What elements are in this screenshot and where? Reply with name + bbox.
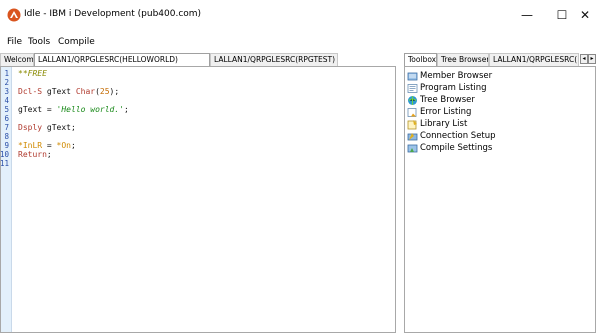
menu-bar: File Tools Compile [0,36,596,50]
toolbox-item-label: Compile Settings [420,143,493,153]
menu-compile[interactable]: Compile [58,37,95,47]
menu-tools[interactable]: Tools [28,37,50,47]
line-number: 4 [4,96,9,105]
line-number: 11 [0,159,9,168]
menu-file[interactable]: File [7,37,22,47]
tab-lallan1-qrpglesrc[interactable]: LALLAN1/QRPGLESRC( [489,53,579,66]
code-token: ); [109,87,120,96]
program-listing-icon [407,83,418,93]
compile-settings-icon [407,144,418,152]
code-line[interactable]: gText = 'Hello world.'; [18,105,129,114]
line-number: 8 [4,132,9,141]
code-token: 25 [99,87,110,96]
code-token: *On [56,141,71,150]
line-number: 5 [4,105,9,114]
toolbox-item-connection-setup[interactable]: Connection Setup [407,130,496,142]
toolbox-item-label: Connection Setup [420,131,496,141]
code-line[interactable]: **FREE [18,69,47,78]
flame-app-icon [7,8,21,22]
line-number: 1 [4,69,9,78]
code-token: *InLR [18,141,43,150]
code-token: 'Hello world.' [56,105,124,114]
code-token: ; [71,141,76,150]
code-token: = [42,141,57,150]
line-number: 9 [4,141,9,150]
toolbox-item-tree-browser[interactable]: Tree Browser [407,94,475,106]
toolbox-item-program-listing[interactable]: Program Listing [407,82,487,94]
toolbox-item-label: Library List [420,119,468,129]
tab-scroll-left-button[interactable]: ◂ [580,54,588,64]
toolbox-item-member-browser[interactable]: Member Browser [407,70,492,82]
code-token: Dcl-S [18,87,43,96]
code-line[interactable]: Dcl-S gText Char(25); [18,87,119,96]
tab-helloworld[interactable]: LALLAN1/QRPGLESRC(HELLOWORLD) [34,53,210,66]
code-line[interactable]: Dsply gText; [18,123,76,132]
title-bar: Idle - IBM i Development (pub400.com) — … [0,0,596,30]
toolbox-item-label: Member Browser [420,71,493,81]
tab-scroll-right-button[interactable]: ▸ [588,54,596,64]
code-token: **FREE [18,69,47,78]
toolbox-item-compile-settings[interactable]: Compile Settings [407,142,492,154]
close-button[interactable]: ✕ [574,0,596,30]
tab-rpgtest[interactable]: LALLAN1/QRPGLESRC(RPGTEST) [210,53,338,66]
code-token: gText; [42,123,76,132]
line-number-gutter: 1 2 3 4 5 6 7 8 9 10 11 [0,67,12,332]
tab-tree-browser[interactable]: Tree Browser [437,53,489,66]
code-token: Dsply [18,123,43,132]
toolbox-item-label: Error Listing [420,107,472,117]
code-token: Return [18,150,47,159]
code-token: Char [75,87,96,96]
code-token: ; [46,150,52,159]
toolbox-panel: Member Browser Program Listing Tree Brow… [404,66,596,333]
code-token: ; [123,105,129,114]
maximize-button[interactable]: ☐ [550,0,574,30]
line-number: 6 [4,114,9,123]
line-number: 7 [4,123,9,132]
editor-tab-bar: Welcome LALLAN1/QRPGLESRC(HELLOWORLD) LA… [0,53,396,66]
toolbox-item-library-list[interactable]: Library List [407,118,467,130]
tab-welcome[interactable]: Welcome [0,53,34,66]
toolbox-item-label: Tree Browser [420,95,475,105]
code-line[interactable]: *InLR = *On; [18,141,76,150]
code-token: gText = [18,105,57,114]
code-editor[interactable]: 1 2 3 4 5 6 7 8 9 10 11 **FREE Dcl-S gTex… [0,66,396,333]
tree-browser-icon [408,95,417,105]
toolbox-item-error-listing[interactable]: Error Listing [407,106,471,118]
tab-toolbox[interactable]: Toolbox [404,53,437,66]
line-number: 3 [4,87,9,96]
line-number: 2 [4,78,9,87]
library-list-icon [407,119,417,129]
minimize-button[interactable]: — [504,0,550,30]
line-number: 10 [0,150,9,159]
code-line[interactable]: Return; [18,150,52,159]
code-token: gText [42,87,76,96]
connection-setup-icon [407,132,418,140]
window-title: Idle - IBM i Development (pub400.com) [24,9,202,19]
side-tab-bar: Toolbox Tree Browser LALLAN1/QRPGLESRC( … [404,53,596,66]
member-browser-icon [407,72,418,80]
toolbox-item-label: Program Listing [420,83,487,93]
error-listing-icon [407,107,417,117]
